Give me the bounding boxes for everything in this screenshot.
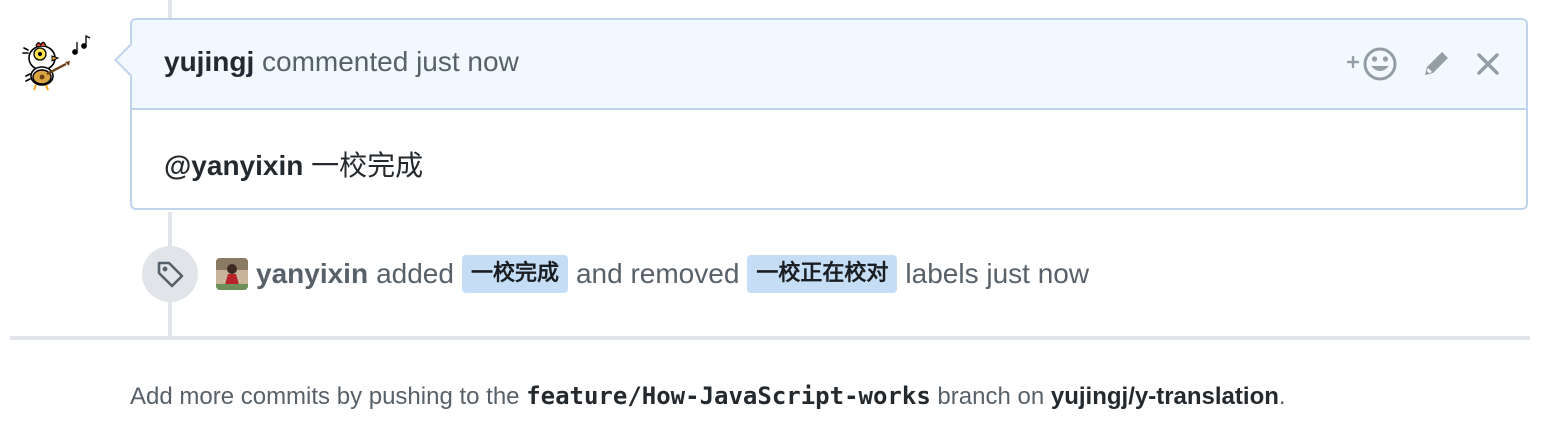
- event-suffix[interactable]: labels just now: [905, 258, 1089, 290]
- tag-icon: [157, 261, 184, 288]
- footer-suffix: .: [1278, 383, 1286, 410]
- comment-body: @yanyixin 一校完成: [164, 144, 423, 184]
- repo-link[interactable]: yujingj/y-translation: [1051, 383, 1279, 410]
- timeline-line: [168, 0, 172, 20]
- event-removed-word: and removed: [575, 258, 740, 289]
- comment-body-text: 一校完成: [303, 150, 424, 181]
- actor-link[interactable]: yanyixin: [256, 258, 368, 290]
- add-reaction-icon[interactable]: [1346, 46, 1398, 82]
- label-added[interactable]: 一校完成: [461, 255, 568, 293]
- timeline-divider: [10, 336, 1530, 340]
- comment-card: yujingj commented just now @yanyixin 一校完…: [114, 18, 1528, 210]
- comment-header: yujingj commented just now: [132, 20, 1526, 110]
- footer-prefix: Add more commits by pushing to the: [130, 383, 527, 410]
- comment-actions: [1346, 44, 1502, 84]
- footer-note: Add more commits by pushing to the featu…: [130, 382, 1286, 411]
- event-badge: [142, 246, 198, 302]
- label-removed[interactable]: 一校正在校对: [747, 255, 898, 293]
- comment-author-link[interactable]: yujingj: [164, 46, 254, 77]
- footer-middle: branch on: [930, 383, 1051, 410]
- actor-avatar[interactable]: [216, 258, 248, 290]
- commenter-avatar[interactable]: [20, 34, 96, 92]
- branch-name: feature/How-JavaScript-works: [526, 382, 931, 410]
- event-added-word: added: [376, 258, 454, 289]
- event-text: yanyixin added 一校完成 and removed 一校正在校对 l…: [216, 255, 1089, 293]
- comment-timestamp[interactable]: commented just now: [254, 46, 519, 77]
- close-icon[interactable]: [1474, 50, 1502, 78]
- comment-header-text: yujingj commented just now: [164, 46, 519, 78]
- user-mention-link[interactable]: @yanyixin: [164, 150, 303, 181]
- pencil-icon[interactable]: [1420, 48, 1452, 80]
- label-event: yanyixin added 一校完成 and removed 一校正在校对 l…: [142, 246, 1089, 302]
